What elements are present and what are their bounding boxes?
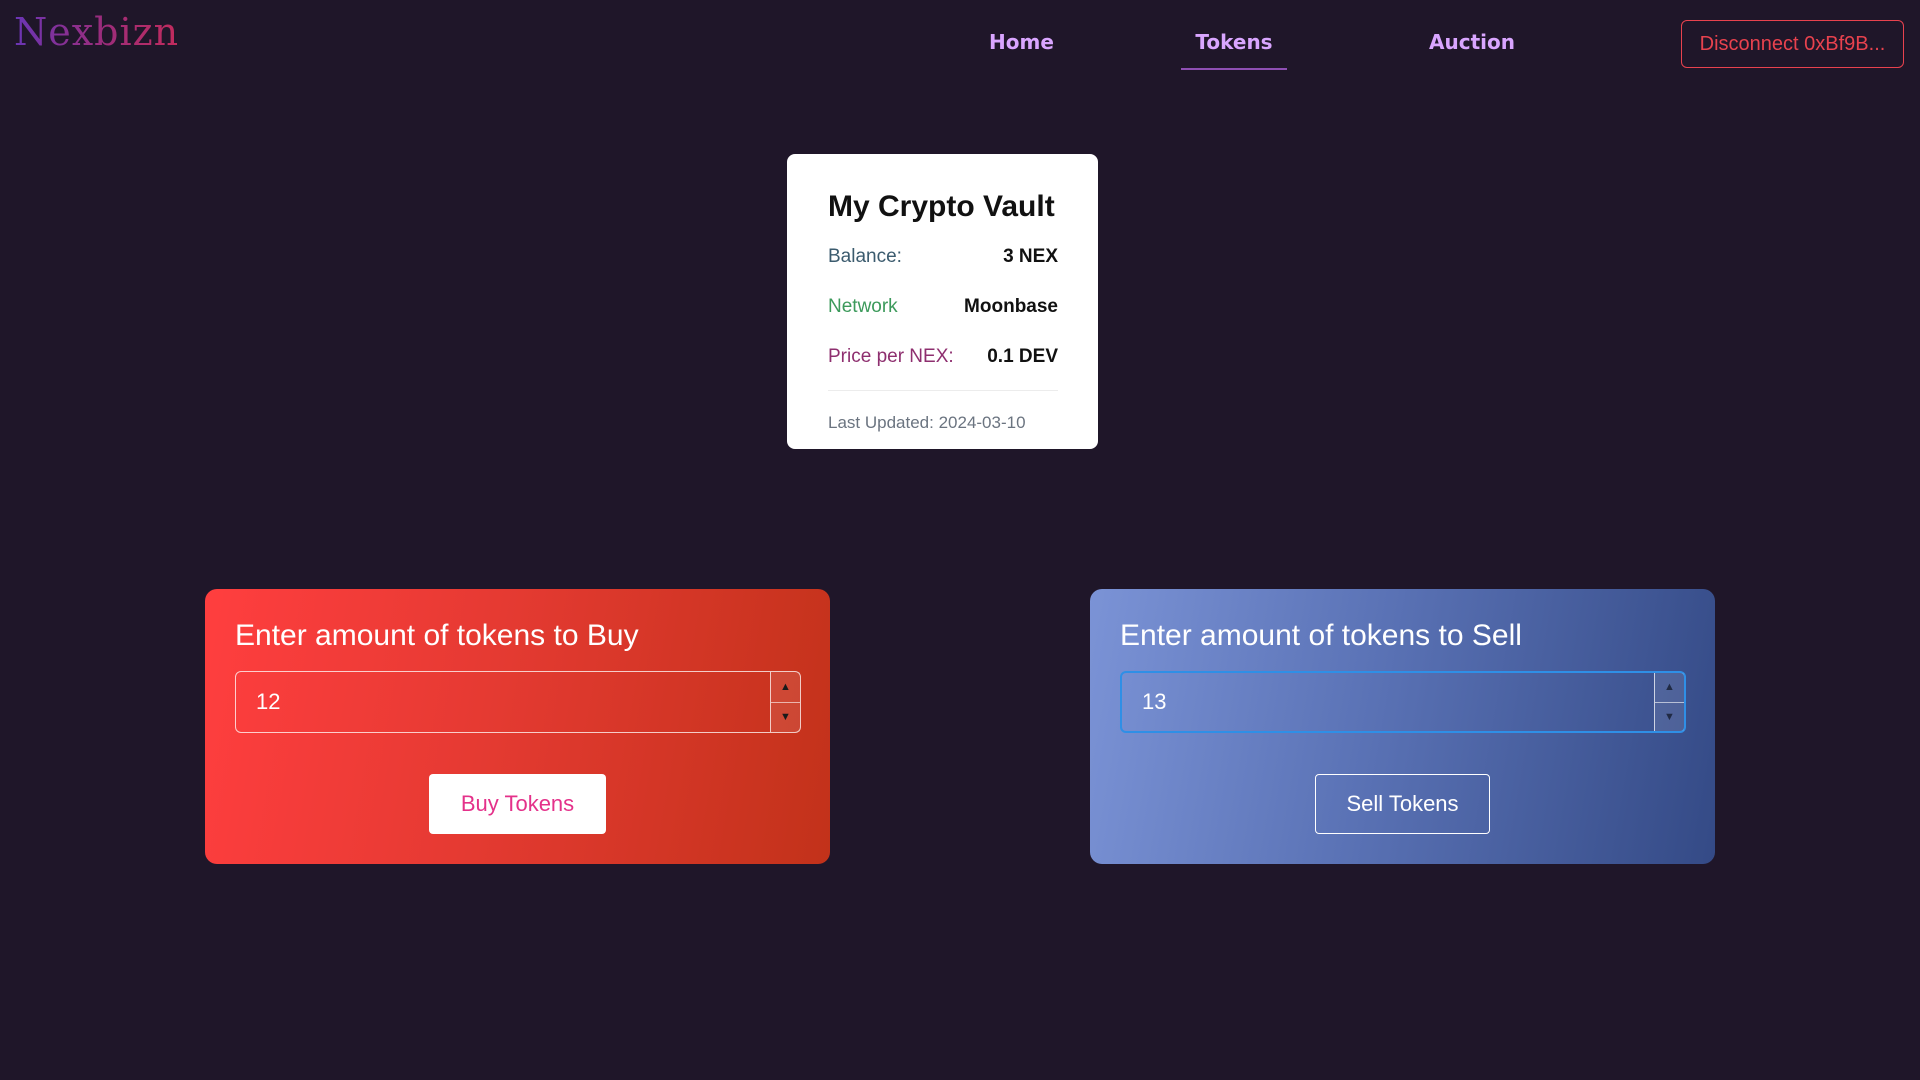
- sell-amount-stepper: ▲ ▼: [1654, 673, 1684, 731]
- sell-amount-field: ▲ ▼: [1120, 671, 1686, 733]
- balance-value: 3 NEX: [1003, 246, 1058, 267]
- nav-home-link[interactable]: Home: [989, 30, 1054, 54]
- buy-amount-input[interactable]: [236, 671, 770, 733]
- balance-label: Balance:: [828, 246, 902, 267]
- price-label: Price per NEX:: [828, 346, 954, 367]
- spin-down-icon[interactable]: ▼: [771, 702, 800, 732]
- spin-up-icon[interactable]: ▲: [771, 672, 800, 703]
- brand-logo[interactable]: Nexbizn: [14, 10, 179, 54]
- disconnect-wallet-button[interactable]: Disconnect 0xBf9B...: [1681, 20, 1904, 68]
- balance-row: Balance: 3 NEX: [828, 246, 1058, 268]
- price-row: Price per NEX: 0.1 DEV: [828, 346, 1058, 368]
- sell-tokens-panel: Enter amount of tokens to Sell ▲ ▼ Sell …: [1090, 589, 1715, 864]
- network-row: Network Moonbase: [828, 296, 1058, 318]
- sell-panel-title: Enter amount of tokens to Sell: [1120, 619, 1522, 652]
- nav-auction-link[interactable]: Auction: [1429, 30, 1515, 54]
- network-value: Moonbase: [964, 296, 1058, 317]
- buy-amount-field: ▲ ▼: [235, 671, 801, 733]
- sell-tokens-button[interactable]: Sell Tokens: [1315, 774, 1490, 834]
- crypto-vault-card: My Crypto Vault Balance: 3 NEX Network M…: [787, 154, 1098, 449]
- buy-amount-stepper: ▲ ▼: [770, 672, 800, 732]
- tokens-page: Nexbizn Home Tokens Auction Disconnect 0…: [0, 0, 1920, 1080]
- price-value: 0.1 DEV: [987, 346, 1058, 367]
- buy-tokens-button[interactable]: Buy Tokens: [429, 774, 606, 834]
- vault-divider: [828, 390, 1058, 391]
- vault-title: My Crypto Vault: [828, 190, 1055, 223]
- network-label: Network: [828, 296, 898, 317]
- top-navbar: Nexbizn Home Tokens Auction Disconnect 0…: [0, 0, 1920, 90]
- spin-down-icon[interactable]: ▼: [1655, 702, 1684, 731]
- buy-tokens-panel: Enter amount of tokens to Buy ▲ ▼ Buy To…: [205, 589, 830, 864]
- nav-tokens-link[interactable]: Tokens: [1181, 30, 1287, 70]
- last-updated-text: Last Updated: 2024-03-10: [828, 413, 1026, 432]
- spin-up-icon[interactable]: ▲: [1655, 673, 1684, 703]
- buy-panel-title: Enter amount of tokens to Buy: [235, 619, 639, 652]
- sell-amount-input[interactable]: [1122, 672, 1654, 732]
